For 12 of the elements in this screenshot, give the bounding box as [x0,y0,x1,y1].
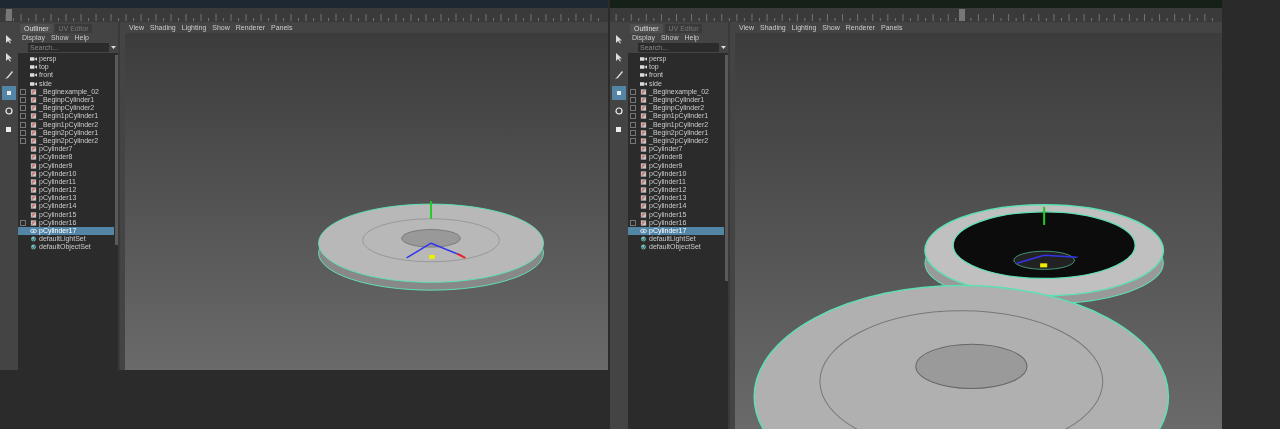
current-frame-marker[interactable] [958,9,965,21]
expand-toggle-icon[interactable] [20,219,26,226]
dropdown-caret-icon[interactable] [721,45,726,50]
expand-toggle-icon[interactable] [630,219,636,226]
dropdown-caret-icon[interactable] [111,45,116,50]
time-slider[interactable] [0,8,608,22]
rotate-tool-icon[interactable] [2,104,16,118]
scrollbar[interactable] [115,55,118,246]
scrollbar[interactable] [725,55,728,281]
rotate-tool-icon[interactable] [612,104,626,118]
time-slider[interactable] [610,8,1222,22]
current-frame-marker[interactable] [6,9,13,21]
